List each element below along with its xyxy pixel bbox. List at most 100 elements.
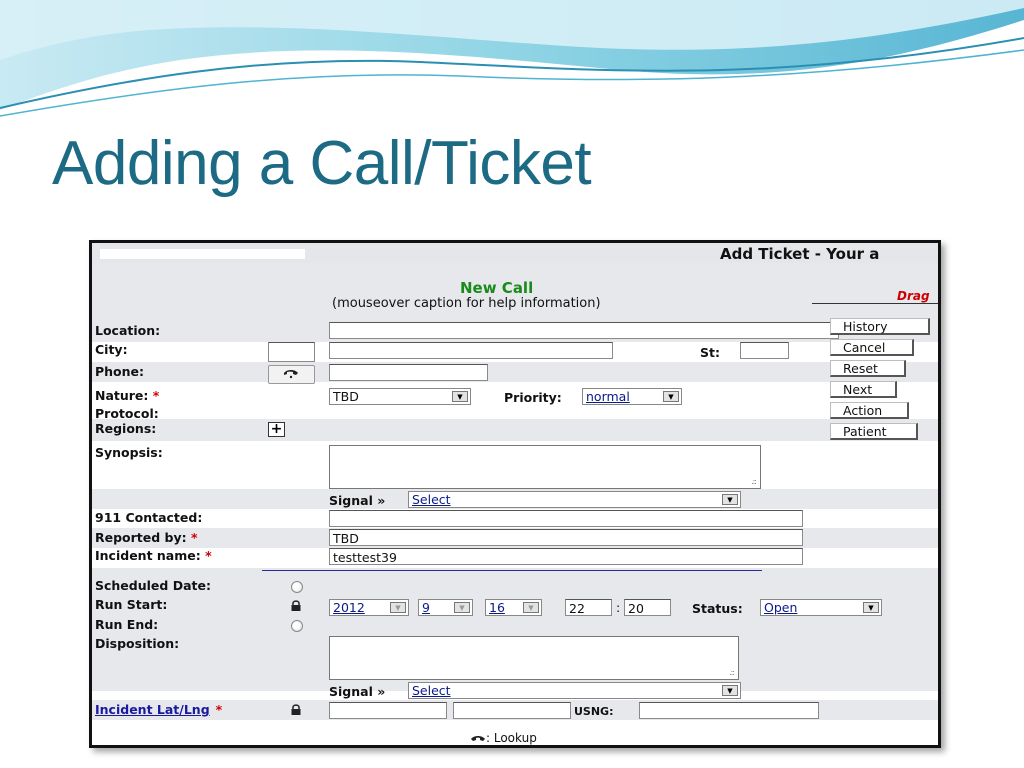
usng-input[interactable]	[639, 702, 819, 719]
resize-grip-icon: .::	[751, 477, 757, 486]
year-select-value: 2012	[333, 600, 365, 615]
911-contacted-input[interactable]	[329, 510, 803, 527]
signal-label: Signal »	[329, 684, 386, 699]
protocol-label: Protocol:	[95, 406, 159, 421]
row-shade	[92, 419, 938, 441]
run-start-label: Run Start:	[95, 597, 168, 612]
synopsis-textarea[interactable]: .::	[329, 445, 761, 489]
required-mark: *	[215, 702, 223, 717]
phone-lookup-button[interactable]	[268, 365, 315, 384]
state-input[interactable]	[740, 342, 789, 359]
signal-select-value: Select	[412, 492, 451, 507]
chevron-down-icon: ▼	[863, 602, 879, 613]
phone-label: Phone:	[95, 364, 145, 379]
incident-name-input[interactable]: testtest39	[329, 548, 803, 565]
nature-label: Nature: *	[95, 388, 159, 403]
chevron-down-icon: ▼	[390, 602, 406, 613]
month-select[interactable]: 9 ▼	[418, 599, 473, 616]
day-select[interactable]: 16 ▼	[485, 599, 542, 616]
help-caption: (mouseover caption for help information)	[332, 296, 601, 311]
signal-label: Signal »	[329, 493, 386, 508]
city-code-input[interactable]	[268, 342, 315, 362]
lookup-link[interactable]: : Lookup	[470, 731, 537, 745]
chevron-down-icon: ▼	[722, 494, 738, 505]
location-label: Location:	[95, 323, 161, 338]
add-ticket-screenshot: Add Ticket - Your a New Call (mouseover …	[89, 240, 941, 748]
run-end-label: Run End:	[95, 617, 159, 632]
regions-label: Regions:	[95, 421, 157, 436]
chevron-down-icon: ▼	[722, 685, 738, 696]
signal-select-value: Select	[412, 683, 451, 698]
phone-icon	[471, 735, 485, 741]
lookup-label: : Lookup	[486, 731, 537, 745]
minute-input[interactable]: 20	[624, 599, 671, 616]
disposition-label: Disposition:	[95, 636, 180, 651]
priority-select[interactable]: normal ▼	[582, 388, 682, 405]
chevron-down-icon: ▼	[663, 391, 679, 402]
incident-latlng-link[interactable]: Incident Lat/Lng	[95, 702, 210, 717]
disposition-signal-select[interactable]: Select ▼	[408, 682, 741, 699]
status-label: Status:	[692, 601, 743, 616]
nature-select[interactable]: TBD ▼	[329, 388, 471, 405]
status-select-value: Open	[764, 600, 798, 615]
scheduled-date-radio[interactable]	[291, 581, 303, 593]
lock-icon[interactable]	[290, 599, 302, 612]
resize-grip-icon: .::	[729, 668, 735, 677]
longitude-input[interactable]	[453, 702, 571, 719]
required-mark: *	[205, 548, 212, 563]
city-label: City:	[95, 342, 128, 357]
row-shade	[92, 568, 938, 598]
reported-by-label-text: Reported by:	[95, 530, 187, 545]
new-call-heading: New Call	[460, 279, 534, 297]
priority-select-value: normal	[586, 389, 630, 404]
latitude-input[interactable]	[329, 702, 447, 719]
required-mark: *	[152, 388, 160, 403]
month-select-value: 9	[422, 600, 430, 615]
911-contacted-label: 911 Contacted:	[95, 510, 203, 525]
scheduled-date-label: Scheduled Date:	[95, 578, 211, 593]
nature-label-text: Nature:	[95, 388, 149, 403]
drag-label: Drag	[897, 289, 930, 303]
nature-select-value: TBD	[333, 389, 359, 404]
regions-expand-button[interactable]: +	[268, 422, 285, 437]
phone-input[interactable]	[329, 364, 488, 381]
action-button[interactable]: Action	[830, 402, 909, 419]
reset-button[interactable]: Reset	[830, 360, 906, 377]
phone-lookup-icon	[284, 370, 298, 379]
disposition-textarea[interactable]: .::	[329, 636, 739, 680]
day-select-value: 16	[489, 600, 505, 615]
lock-icon[interactable]	[290, 703, 302, 716]
chevron-down-icon: ▼	[523, 602, 539, 613]
ticket-header-title: Add Ticket - Your a	[720, 245, 880, 263]
hour-input[interactable]: 22	[565, 599, 612, 616]
reported-by-input[interactable]: TBD	[329, 529, 803, 546]
run-end-radio[interactable]	[291, 620, 303, 632]
year-select[interactable]: 2012 ▼	[329, 599, 409, 616]
section-divider	[262, 570, 762, 571]
cancel-button[interactable]: Cancel	[830, 339, 914, 356]
next-button[interactable]: Next	[830, 381, 897, 398]
header-blank-area	[100, 249, 305, 259]
time-separator: :	[616, 600, 621, 615]
incident-name-label: Incident name: *	[95, 548, 212, 563]
required-mark: *	[191, 530, 198, 545]
status-select[interactable]: Open ▼	[760, 599, 882, 616]
priority-label: Priority:	[504, 390, 562, 405]
usng-label: USNG:	[574, 705, 614, 718]
patient-button[interactable]: Patient	[830, 423, 918, 440]
row-shade	[92, 362, 938, 382]
synopsis-label: Synopsis:	[95, 445, 163, 460]
drag-line	[812, 303, 938, 304]
chevron-down-icon: ▼	[452, 391, 468, 402]
header-waves-decoration	[0, 0, 1024, 117]
chevron-down-icon: ▼	[454, 602, 470, 613]
city-input[interactable]	[329, 342, 613, 359]
incident-name-label-text: Incident name:	[95, 548, 201, 563]
synopsis-signal-select[interactable]: Select ▼	[408, 491, 741, 508]
reported-by-label: Reported by: *	[95, 530, 198, 545]
slide-title: Adding a Call/Ticket	[52, 129, 592, 198]
incident-latlng-label: Incident Lat/Lng *	[95, 702, 222, 717]
state-label: St:	[700, 345, 720, 360]
history-button[interactable]: History	[830, 318, 930, 335]
location-input[interactable]	[329, 322, 839, 339]
